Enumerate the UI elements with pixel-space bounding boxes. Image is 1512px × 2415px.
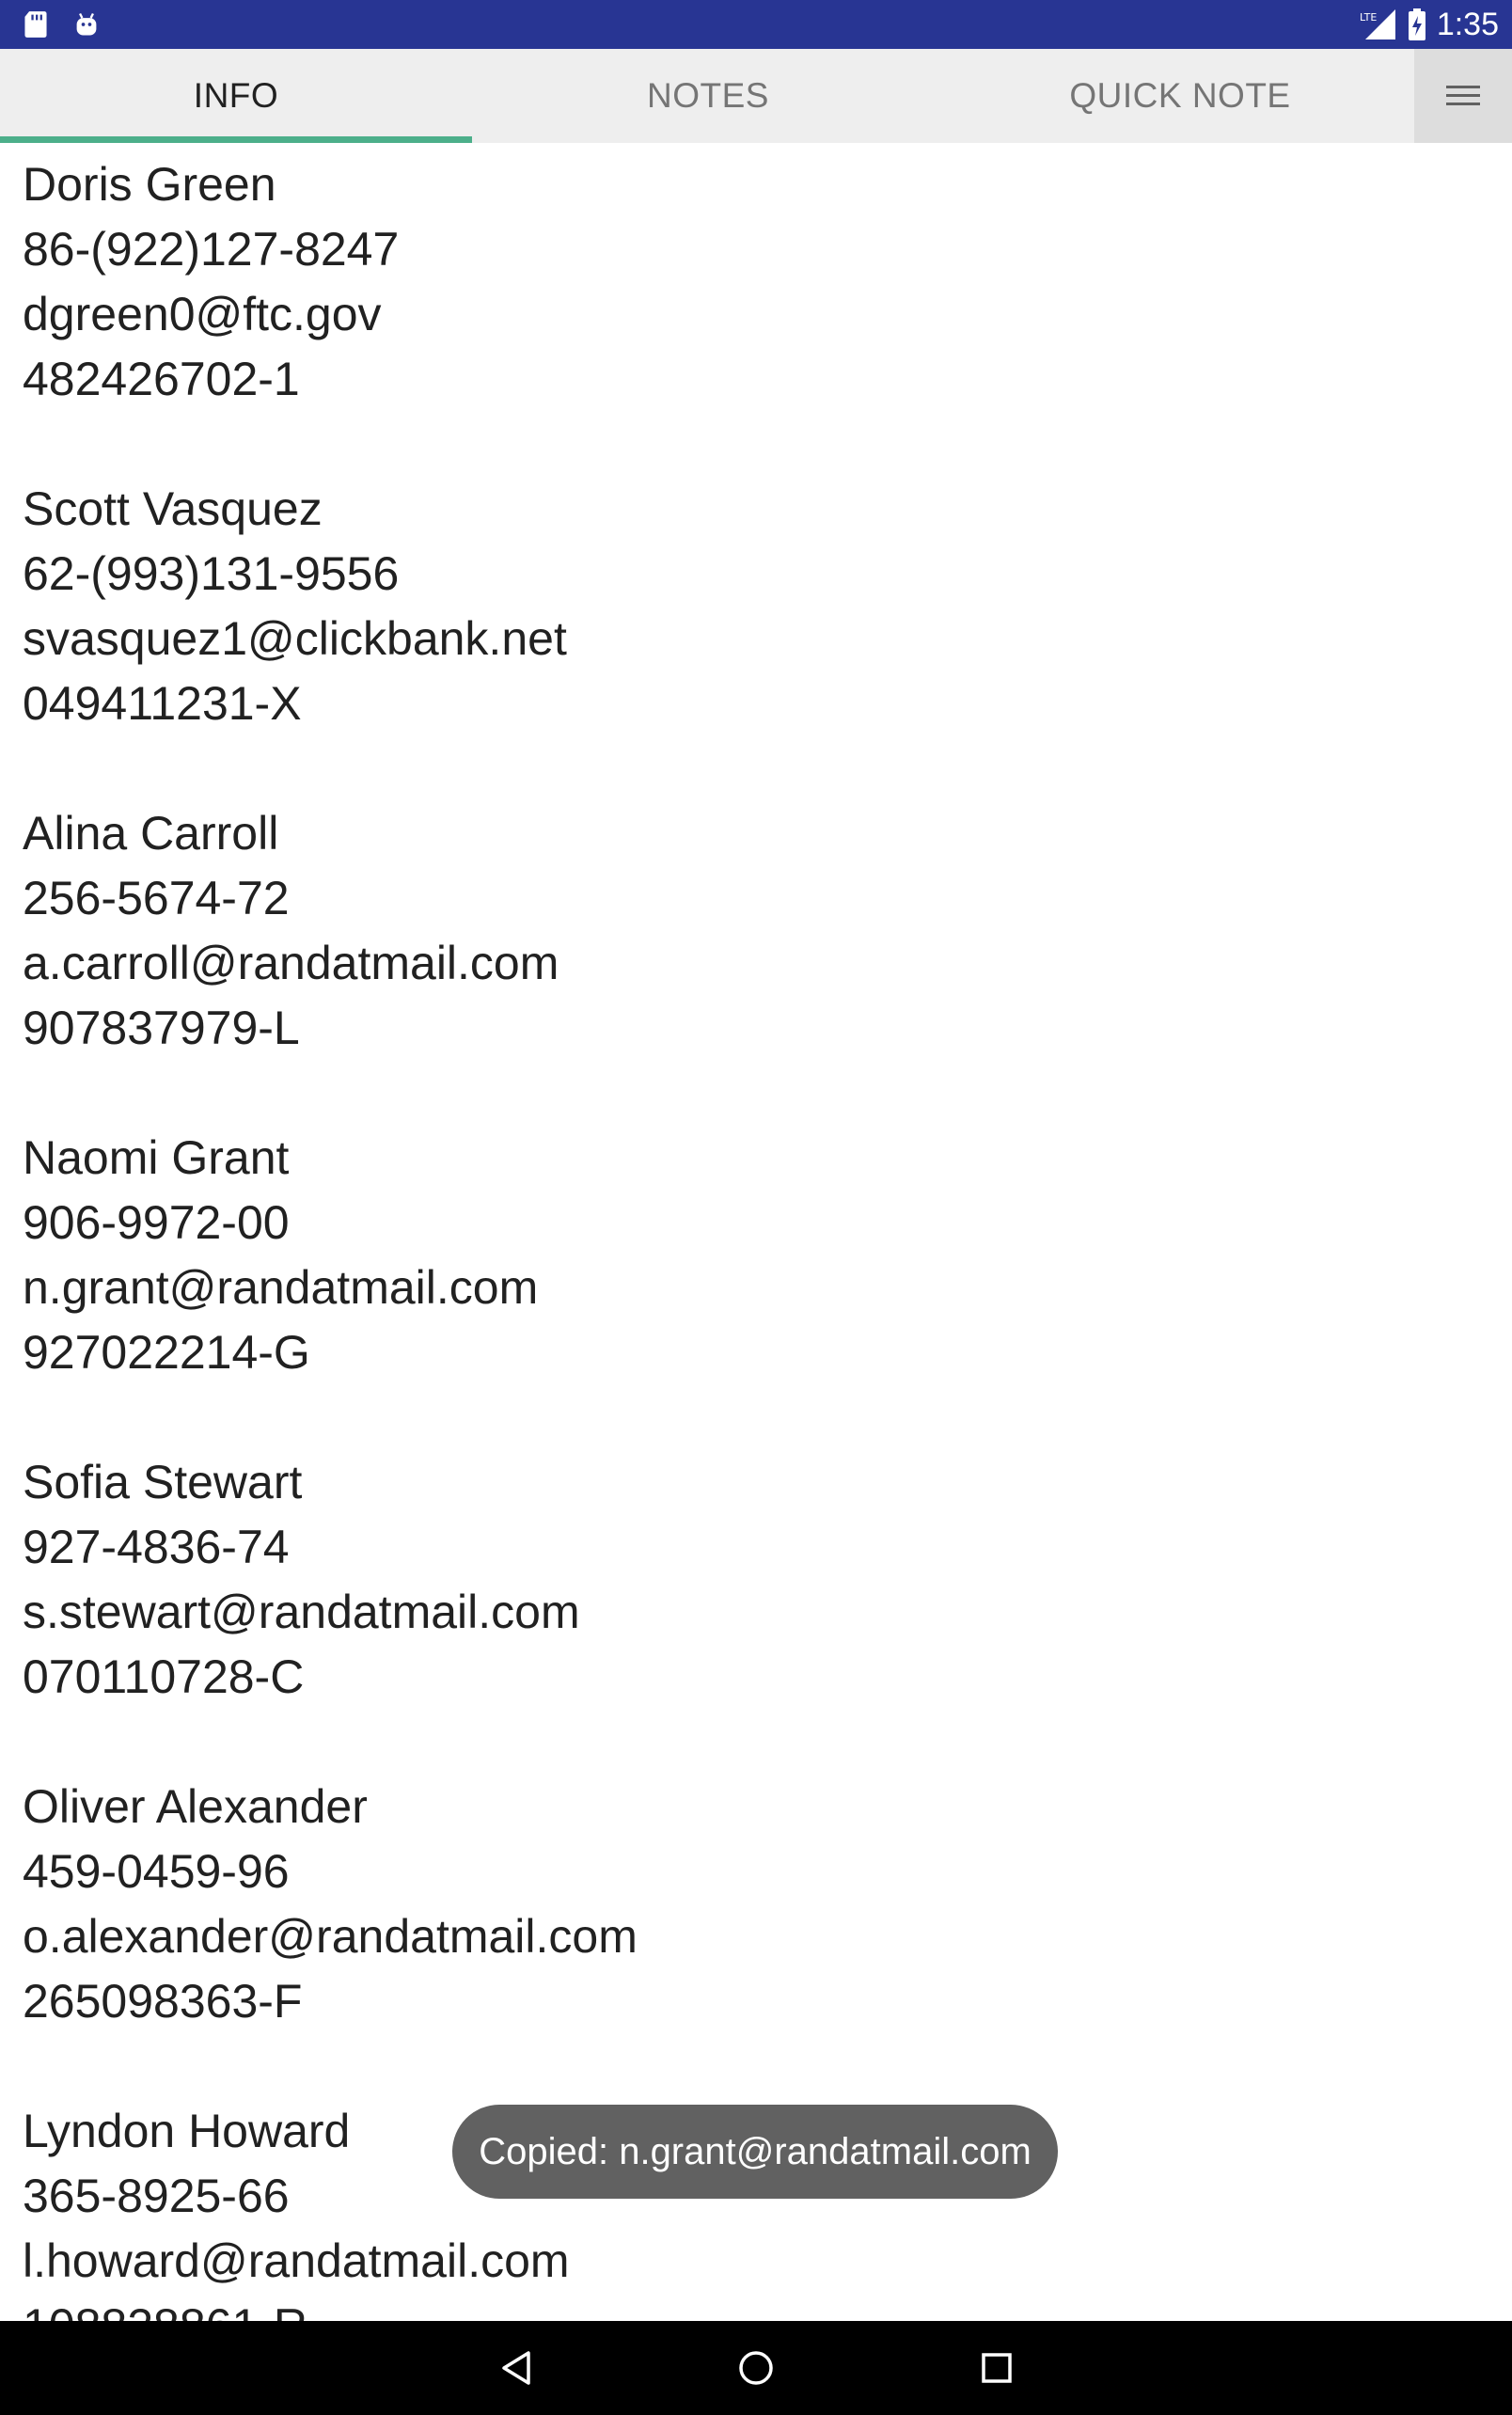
contact-id[interactable]: 482426702-1	[23, 347, 1512, 412]
status-bar: LTE 1:35	[0, 0, 1512, 49]
contact-id[interactable]: 265098363-F	[23, 1969, 1512, 2034]
tab-quick-note-label: QUICK NOTE	[1069, 76, 1291, 115]
contact-name[interactable]: Sofia Stewart	[23, 1450, 1512, 1515]
tab-indicator	[0, 136, 472, 143]
contact-entry[interactable]: Scott Vasquez 62-(993)131-9556 svasquez1…	[23, 477, 1512, 736]
contact-name[interactable]: Naomi Grant	[23, 1126, 1512, 1191]
contact-phone[interactable]: 86-(922)127-8247	[23, 217, 1512, 282]
tab-bar: INFO NOTES QUICK NOTE	[0, 49, 1512, 143]
contact-id[interactable]: 049411231-X	[23, 671, 1512, 736]
contact-phone[interactable]: 906-9972-00	[23, 1191, 1512, 1255]
contact-name[interactable]: Alina Carroll	[23, 801, 1512, 866]
android-icon	[76, 12, 97, 36]
contact-entry[interactable]: Alina Carroll 256-5674-72 a.carroll@rand…	[23, 801, 1512, 1061]
tab-notes-label: NOTES	[647, 76, 769, 115]
system-status: LTE 1:35	[1360, 0, 1499, 49]
tab-info[interactable]: INFO	[0, 49, 472, 143]
tab-info-label: INFO	[193, 76, 279, 115]
svg-text:LTE: LTE	[1360, 11, 1377, 24]
contact-id[interactable]: 907837979-L	[23, 996, 1512, 1061]
contact-name[interactable]: Doris Green	[23, 152, 1512, 217]
contact-name[interactable]: Oliver Alexander	[23, 1775, 1512, 1839]
recents-button[interactable]	[970, 2342, 1023, 2394]
contact-id[interactable]: 927022214-G	[23, 1320, 1512, 1385]
menu-button[interactable]	[1414, 49, 1512, 143]
contact-id[interactable]: 108828861-R	[23, 2294, 1512, 2321]
battery-charging-icon	[1408, 8, 1425, 40]
back-icon	[502, 2351, 530, 2385]
copied-toast: Copied: n.grant@randatmail.com	[452, 2105, 1058, 2199]
contact-entry[interactable]: Doris Green 86-(922)127-8247 dgreen0@ftc…	[23, 152, 1512, 412]
back-button[interactable]	[491, 2342, 543, 2394]
contact-id[interactable]: 070110728-C	[23, 1645, 1512, 1710]
recents-icon	[982, 2353, 1012, 2383]
contact-list[interactable]: Doris Green 86-(922)127-8247 dgreen0@ftc…	[0, 143, 1512, 2321]
contact-entry[interactable]: Sofia Stewart 927-4836-74 s.stewart@rand…	[23, 1450, 1512, 1710]
hamburger-menu-icon	[1446, 86, 1480, 105]
lte-signal-icon: LTE	[1360, 9, 1395, 39]
home-icon	[739, 2351, 773, 2385]
notification-icons	[23, 8, 100, 41]
contact-phone[interactable]: 62-(993)131-9556	[23, 542, 1512, 607]
contact-phone[interactable]: 459-0459-96	[23, 1839, 1512, 1904]
contact-entry[interactable]: Oliver Alexander 459-0459-96 o.alexander…	[23, 1775, 1512, 2034]
contact-name[interactable]: Scott Vasquez	[23, 477, 1512, 542]
contact-phone[interactable]: 256-5674-72	[23, 866, 1512, 931]
contact-email[interactable]: s.stewart@randatmail.com	[23, 1580, 1512, 1645]
contact-email[interactable]: n.grant@randatmail.com	[23, 1255, 1512, 1320]
contact-email[interactable]: dgreen0@ftc.gov	[23, 282, 1512, 347]
sd-card-icon	[24, 11, 47, 38]
contact-entry[interactable]: Naomi Grant 906-9972-00 n.grant@randatma…	[23, 1126, 1512, 1385]
home-button[interactable]	[730, 2342, 782, 2394]
tab-quick-note[interactable]: QUICK NOTE	[944, 49, 1416, 143]
contact-email[interactable]: l.howard@randatmail.com	[23, 2229, 1512, 2294]
contact-email[interactable]: a.carroll@randatmail.com	[23, 931, 1512, 996]
tab-notes[interactable]: NOTES	[472, 49, 944, 143]
clock: 1:35	[1436, 6, 1499, 42]
contact-email[interactable]: o.alexander@randatmail.com	[23, 1904, 1512, 1969]
toast-text: Copied: n.grant@randatmail.com	[479, 2130, 1032, 2172]
navigation-bar	[0, 2321, 1512, 2415]
contact-phone[interactable]: 927-4836-74	[23, 1515, 1512, 1580]
contact-email[interactable]: svasquez1@clickbank.net	[23, 607, 1512, 671]
